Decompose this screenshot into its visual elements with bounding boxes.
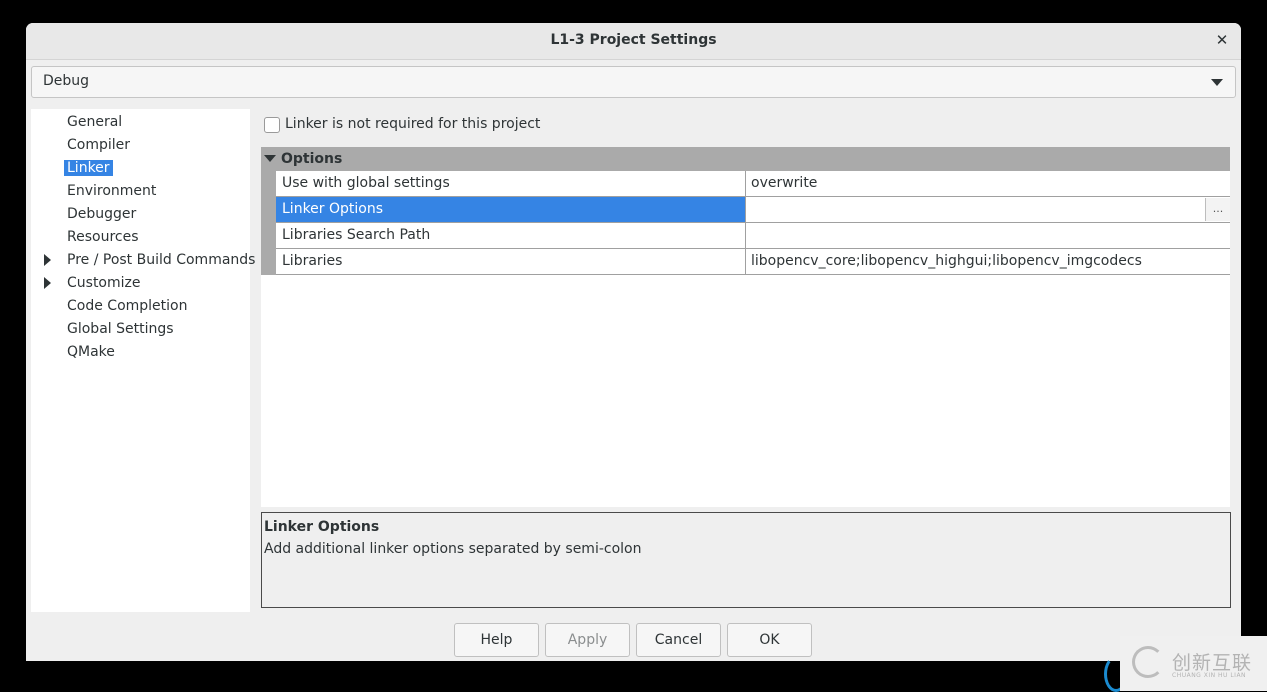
grid-category-options[interactable]: Options bbox=[261, 147, 1230, 171]
configuration-select[interactable]: Debug bbox=[31, 66, 1236, 98]
grid-row-libraries[interactable]: Libraries libopencv_core;libopencv_highg… bbox=[276, 249, 1230, 275]
linker-not-required-label: Linker is not required for this project bbox=[285, 116, 541, 132]
nav-item-customize[interactable]: Customize bbox=[44, 273, 144, 293]
property-value-field[interactable] bbox=[746, 223, 1230, 249]
close-icon[interactable]: ✕ bbox=[1213, 31, 1231, 49]
nav-item-resources[interactable]: Resources bbox=[64, 227, 142, 247]
property-value-field[interactable]: libopencv_core;libopencv_highgui;libopen… bbox=[746, 249, 1230, 275]
ok-button[interactable]: OK bbox=[727, 623, 812, 657]
property-value: libopencv_core;libopencv_highgui;libopen… bbox=[751, 253, 1142, 269]
apply-button[interactable]: Apply bbox=[545, 623, 630, 657]
nav-item-code-completion[interactable]: Code Completion bbox=[64, 296, 190, 316]
help-button[interactable]: Help bbox=[454, 623, 539, 657]
chevron-down-icon bbox=[1211, 79, 1223, 86]
settings-nav-tree: General Compiler Linker Environment Debu… bbox=[31, 109, 255, 612]
property-name: Use with global settings bbox=[282, 175, 450, 191]
cancel-button[interactable]: Cancel bbox=[636, 623, 721, 657]
description-title: Linker Options bbox=[264, 519, 380, 535]
nav-item-qmake[interactable]: QMake bbox=[64, 342, 118, 362]
expand-arrow-icon[interactable] bbox=[44, 254, 51, 266]
configuration-value: Debug bbox=[43, 73, 90, 89]
description-text: Add additional linker options separated … bbox=[264, 541, 642, 557]
nav-item-pre-post-build[interactable]: Pre / Post Build Commands bbox=[44, 250, 258, 270]
watermark-logo-icon bbox=[1132, 646, 1164, 678]
property-grid: Options Use with global settings overwri… bbox=[261, 147, 1230, 507]
collapse-arrow-icon[interactable] bbox=[264, 155, 276, 162]
property-name: Libraries Search Path bbox=[282, 227, 431, 243]
nav-item-compiler[interactable]: Compiler bbox=[64, 135, 133, 155]
grid-row-use-global[interactable]: Use with global settings overwrite bbox=[276, 171, 1230, 197]
nav-item-global-settings[interactable]: Global Settings bbox=[64, 319, 177, 339]
description-panel: Linker Options Add additional linker opt… bbox=[261, 512, 1231, 608]
nav-item-general[interactable]: General bbox=[64, 112, 125, 132]
property-value-field[interactable]: overwrite bbox=[746, 171, 1230, 197]
edit-ellipsis-button[interactable]: ... bbox=[1205, 198, 1230, 221]
nav-item-environment[interactable]: Environment bbox=[64, 181, 159, 201]
nav-item-debugger[interactable]: Debugger bbox=[64, 204, 139, 224]
grid-row-libraries-search-path[interactable]: Libraries Search Path bbox=[276, 223, 1230, 249]
dialog-title: L1-3 Project Settings bbox=[550, 32, 717, 48]
property-name: Linker Options bbox=[282, 201, 384, 217]
watermark-subtext: CHUANG XIN HU LIAN bbox=[1172, 672, 1247, 679]
property-name: Libraries bbox=[282, 253, 343, 269]
property-value: overwrite bbox=[751, 175, 818, 191]
linker-not-required-checkbox[interactable] bbox=[264, 117, 280, 133]
grid-gutter bbox=[261, 171, 276, 275]
expand-arrow-icon[interactable] bbox=[44, 277, 51, 289]
grid-category-label: Options bbox=[281, 151, 343, 167]
watermark-text: 创新互联 bbox=[1172, 652, 1253, 674]
nav-item-linker[interactable]: Linker bbox=[64, 158, 113, 178]
property-value-field[interactable]: ... bbox=[746, 197, 1230, 223]
grid-row-linker-options[interactable]: Linker Options ... bbox=[276, 197, 1230, 223]
project-settings-dialog: L1-3 Project Settings ✕ Debug General Co… bbox=[26, 23, 1241, 661]
title-bar: L1-3 Project Settings ✕ bbox=[26, 23, 1241, 60]
watermark: 创新互联 CHUANG XIN HU LIAN bbox=[1120, 636, 1267, 691]
